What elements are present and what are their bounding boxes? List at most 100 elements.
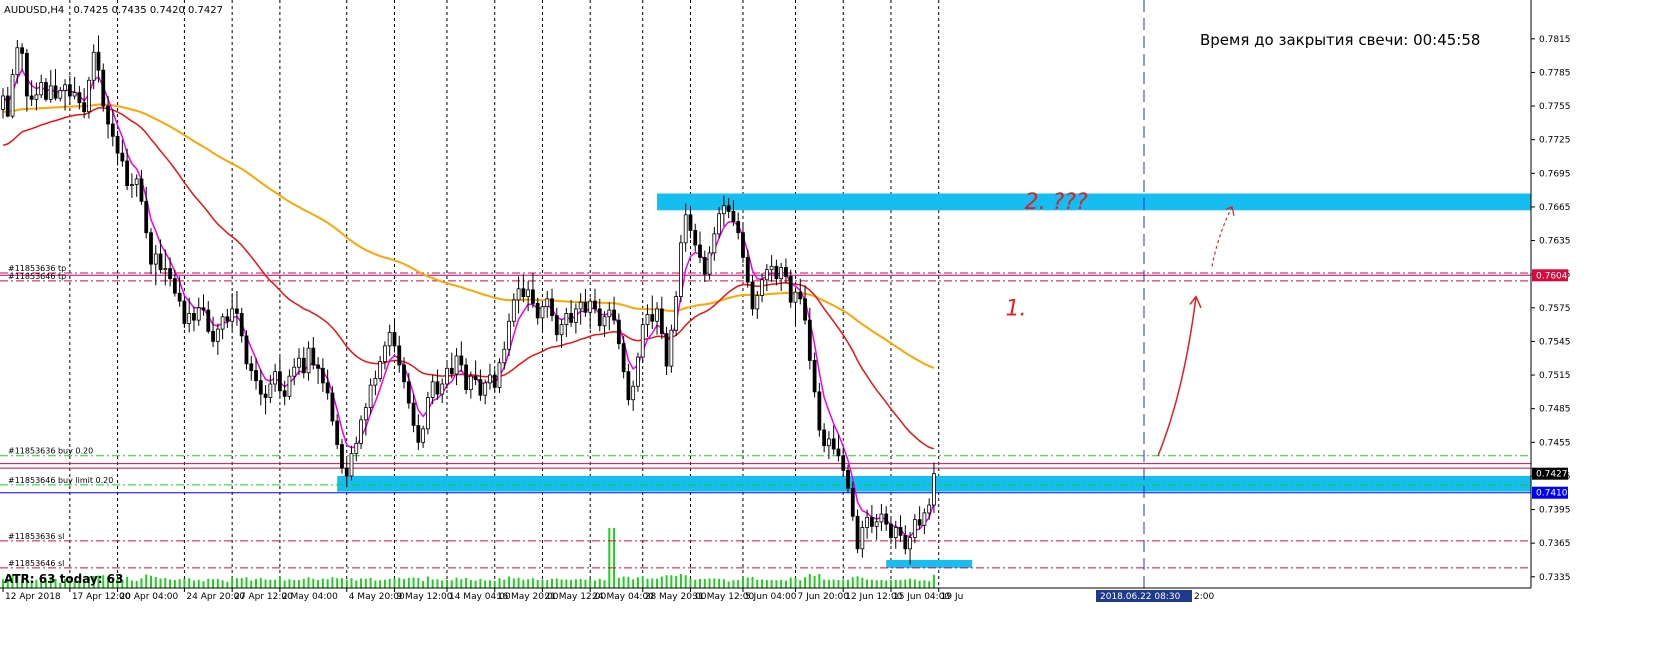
candle-body-bull <box>91 51 96 81</box>
candle-body-bear <box>535 302 540 319</box>
volume-bar <box>627 576 630 588</box>
volume-bar <box>765 580 768 588</box>
volume-bar <box>598 578 601 588</box>
candle-body-bear <box>182 300 187 324</box>
price-tick-label: 0.7785 <box>1539 68 1571 78</box>
volume-bar <box>426 576 429 588</box>
candle-body-bear <box>750 281 755 310</box>
volume-bar <box>445 579 448 588</box>
candle-body-bull <box>359 419 363 444</box>
candle-body-bull <box>645 314 650 326</box>
volume-bar <box>589 579 592 588</box>
candle-body-bear <box>812 360 817 393</box>
candle-body-bear <box>626 371 631 401</box>
candle-body-bull <box>39 82 44 96</box>
volume-bar <box>761 579 764 588</box>
candle-body-bear <box>435 381 440 395</box>
volume-bar <box>255 579 258 588</box>
candle-body-bear <box>177 292 182 302</box>
candle-body-bear <box>254 370 258 382</box>
volume-bar <box>775 580 778 588</box>
candle-body-bull <box>220 316 225 330</box>
volume-bar <box>302 579 305 588</box>
candle-body-bull <box>368 384 373 408</box>
candle-body-bear <box>201 307 206 311</box>
volume-bar <box>660 576 663 588</box>
volume-bar <box>737 580 740 588</box>
volume-bar <box>799 580 802 588</box>
volume-bar <box>355 580 358 588</box>
volume-bar <box>780 579 783 588</box>
candle-body-bull <box>421 428 426 443</box>
candle-body-bear <box>416 425 421 443</box>
volume-bar <box>574 579 577 588</box>
candle-body-bear <box>144 200 149 234</box>
volume-bar <box>188 578 191 588</box>
volume-bar <box>703 579 706 588</box>
volume-bar <box>422 581 425 588</box>
volume-bar <box>756 579 759 588</box>
volume-bar <box>192 580 195 588</box>
time-tick-label-trailing: 2:00 <box>1194 592 1214 602</box>
candle-body-bear <box>903 534 908 550</box>
candle-body-bull <box>712 233 717 254</box>
volume-bar <box>804 577 807 588</box>
candle-body-bear <box>788 276 793 303</box>
volume-bar <box>369 578 372 588</box>
candle-body-bear <box>869 516 874 527</box>
volume-bar <box>889 580 892 588</box>
order-line-label: #11853646 sl <box>8 559 64 568</box>
volume-bar <box>675 576 678 588</box>
volume-bar <box>312 578 315 588</box>
volume-bar <box>479 579 482 588</box>
time-tick-label: 5 Jun 04:00 <box>745 592 797 602</box>
volume-bar <box>832 579 835 588</box>
candle-body-bull <box>874 521 879 527</box>
volume-bar <box>360 578 363 588</box>
volume-bar <box>522 579 525 588</box>
price-tick-label: 0.7695 <box>1539 169 1571 179</box>
volume-bar <box>732 580 735 588</box>
volume-bar <box>164 578 167 588</box>
volume-bar <box>517 577 520 588</box>
price-tick-label: 0.7575 <box>1539 304 1571 314</box>
volume-bar <box>431 579 434 588</box>
volume-bar <box>126 576 129 588</box>
candle-body-bear <box>172 278 177 294</box>
time-tick-label: 2 May 04:00 <box>282 592 338 602</box>
candle-body-bear <box>120 152 125 162</box>
candle-body-bear <box>301 357 306 374</box>
volume-bar <box>183 579 186 588</box>
candle-body-bull <box>497 362 502 388</box>
candle-body-bull <box>879 513 884 523</box>
symbol-label: AUDUSD,H4 <box>4 5 64 16</box>
volume-bar <box>646 578 649 588</box>
candle-body-bear <box>884 513 889 525</box>
candle-body-bull <box>631 385 636 401</box>
candle-body-bear <box>850 487 855 517</box>
candle-body-bull <box>573 308 578 323</box>
volume-bar <box>498 578 501 588</box>
volume-bar <box>531 578 534 588</box>
candle-countdown: Время до закрытия свечи: 00:45:58 <box>1200 31 1480 49</box>
candle-body-bear <box>168 268 172 280</box>
candle-body-bear <box>621 343 626 373</box>
candle-body-bull <box>445 367 449 385</box>
price-chart[interactable]: #11853636 tp#11853646 tp#11853636 buy 0.… <box>0 0 1672 645</box>
volume-bar <box>861 577 864 588</box>
volume-bar <box>417 578 420 588</box>
candle-body-bear <box>741 232 745 258</box>
candle-body-bear <box>277 371 282 392</box>
volume-bar <box>469 580 472 588</box>
candle-body-bear <box>263 393 268 398</box>
volume-bar <box>770 580 773 588</box>
candle-body-bull <box>655 308 659 322</box>
volume-bar <box>216 579 219 588</box>
candle-body-bull <box>306 347 311 374</box>
volume-bar <box>613 528 616 588</box>
candle-body-bull <box>893 527 898 538</box>
candle-body-bull <box>34 94 39 100</box>
volume-bar <box>493 581 496 588</box>
volume-bar <box>508 576 511 588</box>
candle-body-bear <box>258 380 263 395</box>
